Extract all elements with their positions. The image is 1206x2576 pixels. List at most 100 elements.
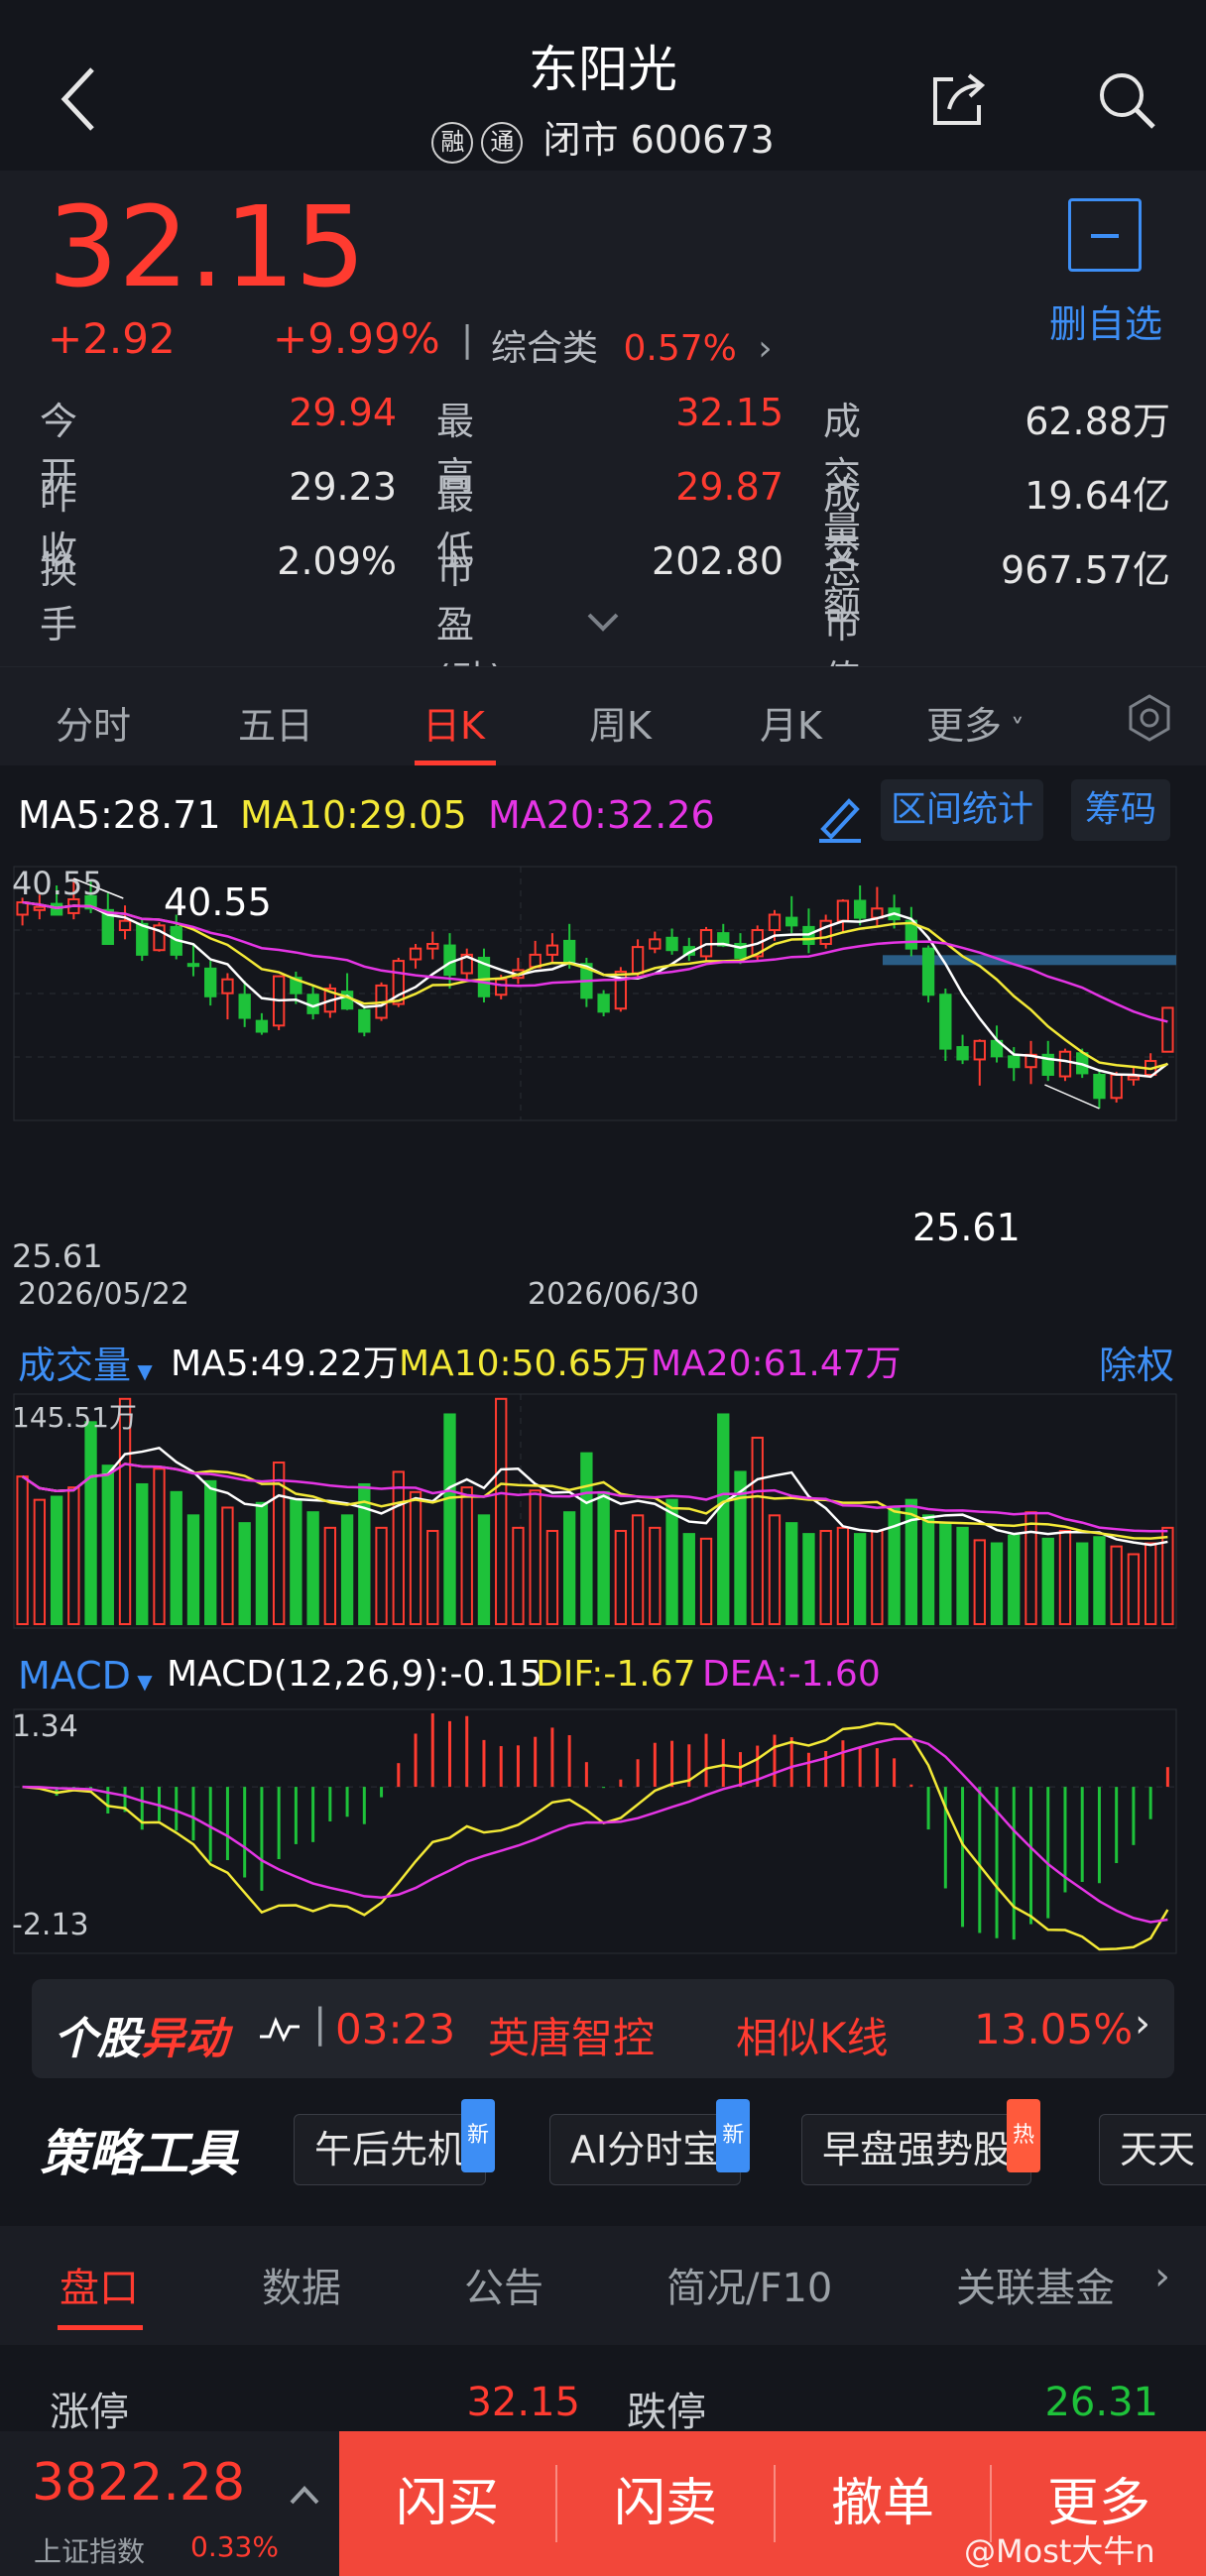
volume-bar bbox=[16, 1475, 29, 1625]
volume-bar bbox=[1093, 1536, 1106, 1625]
tab-announcements[interactable]: 公告 bbox=[464, 2256, 543, 2313]
candle bbox=[118, 919, 132, 932]
volume-bar bbox=[255, 1501, 269, 1625]
candle bbox=[921, 947, 935, 996]
tab-intraday[interactable]: 分时 bbox=[56, 695, 131, 750]
cancel-order-button[interactable]: 撤单 bbox=[776, 2431, 990, 2576]
alert-stock-name: 英唐智控 bbox=[488, 2014, 656, 2062]
volume-bar bbox=[50, 1495, 63, 1625]
candle bbox=[221, 978, 234, 995]
tab-monthly-k[interactable]: 月K bbox=[760, 695, 822, 750]
vol-ma5-legend: MA5:49.22万 bbox=[171, 1344, 399, 1384]
settings-icon[interactable] bbox=[1125, 693, 1174, 743]
alert-pct: 13.05% bbox=[974, 2005, 1134, 2053]
candle bbox=[443, 944, 456, 977]
candle bbox=[665, 936, 678, 952]
candle bbox=[495, 978, 508, 996]
alert-time: 03:23 bbox=[335, 2005, 456, 2053]
index-ticker[interactable]: 3822.28 上证指数 0.33% bbox=[0, 2431, 339, 2576]
tab-more[interactable]: 更多 ˅ bbox=[926, 695, 1025, 750]
ma10-legend: MA10:29.05 bbox=[240, 793, 467, 837]
candle bbox=[33, 905, 47, 911]
volume-bar bbox=[665, 1498, 678, 1625]
volume-bar bbox=[204, 1479, 217, 1625]
candle bbox=[545, 944, 559, 956]
volume-indicator-selector[interactable]: 成交量 ▼ bbox=[18, 1335, 153, 1389]
current-price: 32.15 bbox=[48, 183, 366, 312]
volume-bar bbox=[101, 1464, 114, 1625]
candle bbox=[426, 942, 439, 950]
index-value: 3822.28 bbox=[32, 2453, 246, 2513]
volume-bar bbox=[186, 1514, 200, 1625]
volume-bar bbox=[460, 1486, 473, 1626]
candle bbox=[973, 1039, 986, 1061]
stock-alert-banner[interactable]: 个股异动 | 03:23 英唐智控 相似K线 13.05% › bbox=[32, 1979, 1174, 2078]
quote-panel: 32.15 +2.92 +9.99% | 综合类 0.57% › 删自选 今开 … bbox=[0, 171, 1206, 701]
candle bbox=[785, 916, 798, 927]
tool-daily[interactable]: 天天 bbox=[1099, 2114, 1206, 2185]
volume-bar bbox=[153, 1467, 166, 1625]
tab-five-day[interactable]: 五日 bbox=[238, 695, 313, 750]
expand-chevron-icon[interactable] bbox=[583, 607, 623, 637]
macd-ymin-label: -2.13 bbox=[12, 1908, 89, 1942]
macd-chart[interactable] bbox=[0, 1707, 1206, 1955]
tool-ai-intraday[interactable]: AI分时宝 新 bbox=[549, 2099, 751, 2185]
macd-indicator-selector[interactable]: MACD ▼ bbox=[18, 1654, 153, 1698]
chips-button[interactable]: 筹码 bbox=[1071, 779, 1171, 841]
search-icon[interactable] bbox=[1096, 69, 1157, 131]
candle bbox=[238, 994, 251, 1019]
volume-chart[interactable] bbox=[0, 1392, 1206, 1630]
sector-link[interactable]: 综合类 0.57% › bbox=[491, 319, 773, 371]
prev-close-value: 29.23 bbox=[289, 465, 397, 509]
tab-data[interactable]: 数据 bbox=[262, 2256, 341, 2313]
volume-bar bbox=[649, 1526, 662, 1625]
tool-afternoon-opportunity[interactable]: 午后先机 新 bbox=[294, 2099, 496, 2185]
tool-label: 早盘强势股 bbox=[822, 2128, 1012, 2171]
pencil-icon[interactable] bbox=[811, 789, 867, 845]
flash-sell-button[interactable]: 闪卖 bbox=[557, 2431, 774, 2576]
share-icon[interactable] bbox=[927, 69, 989, 131]
watermark: @Most大牛n bbox=[964, 2532, 1155, 2570]
volume-bar bbox=[1025, 1511, 1037, 1625]
tab-daily-k[interactable]: 日K bbox=[422, 695, 485, 750]
volume-bar bbox=[392, 1470, 405, 1625]
sector-pct: 0.57% bbox=[623, 328, 737, 369]
alert-brand-part2: 异动 bbox=[141, 2014, 228, 2064]
tool-morning-strong[interactable]: 早盘强势股 热 bbox=[801, 2099, 1041, 2185]
turnover-amount-value: 19.64亿 bbox=[1025, 474, 1170, 518]
kline-ymax-label: 40.55 bbox=[12, 865, 103, 902]
volume-bar bbox=[170, 1490, 182, 1625]
limit-down-value: 26.31 bbox=[1044, 2380, 1158, 2425]
candle bbox=[1161, 1006, 1174, 1053]
volume-bar bbox=[426, 1529, 439, 1625]
index-pct: 0.33% bbox=[190, 2530, 279, 2563]
low-annotation: 25.61 bbox=[912, 1206, 1021, 1249]
tab-weekly-k[interactable]: 周K bbox=[589, 695, 652, 750]
alert-brand-part1: 个股 bbox=[54, 2014, 141, 2064]
macd-legend-label: MACD bbox=[18, 1654, 131, 1698]
volume-bar bbox=[67, 1486, 80, 1626]
volume-bar bbox=[871, 1529, 884, 1625]
bottom-bar: 3822.28 上证指数 0.33% 闪买 闪卖 撤单 更多 @Most大牛n bbox=[0, 2431, 1206, 2576]
volume-bar bbox=[84, 1421, 97, 1626]
price-limits: 涨停 32.15 跌停 26.31 bbox=[0, 2360, 1206, 2439]
flash-buy-button[interactable]: 闪买 bbox=[339, 2431, 555, 2576]
volume-bar bbox=[306, 1511, 319, 1625]
tool-label: AI分时宝 bbox=[570, 2128, 721, 2171]
volume-bar bbox=[785, 1522, 798, 1626]
volume-bar bbox=[358, 1482, 371, 1626]
banner-divider: | bbox=[313, 2001, 327, 2047]
tab-order-book[interactable]: 盘口 bbox=[60, 2256, 139, 2313]
price-change-pct: +9.99% bbox=[273, 314, 440, 363]
candle bbox=[1008, 1055, 1021, 1069]
adjust-button[interactable]: 除权 bbox=[1099, 1335, 1174, 1389]
tab-related-funds[interactable]: 关联基金 bbox=[956, 2256, 1115, 2313]
remove-watchlist-button[interactable]: 删自选 bbox=[1041, 198, 1170, 347]
range-stats-button[interactable]: 区间统计 bbox=[881, 779, 1044, 841]
candle bbox=[1058, 1050, 1072, 1078]
date-tick-2: 2026/06/30 bbox=[528, 1277, 699, 1312]
macd-frame bbox=[13, 1708, 1177, 1954]
candle bbox=[562, 939, 576, 966]
tab-profile-f10[interactable]: 简况/F10 bbox=[666, 2256, 832, 2313]
chevron-right-icon: › bbox=[1135, 2001, 1150, 2047]
